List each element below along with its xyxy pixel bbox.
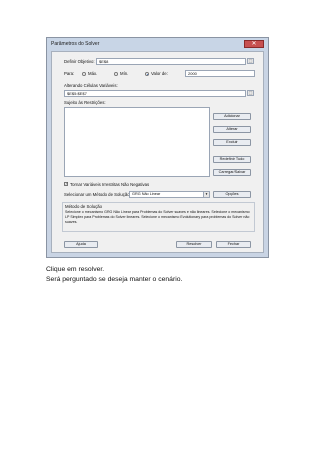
radio-min[interactable]: [114, 72, 118, 76]
instruction-line-1: Clique em resolver.: [46, 266, 105, 273]
options-button[interactable]: Opções: [213, 191, 251, 198]
radio-value-of-label: Valor de:: [151, 71, 168, 76]
dialog-title: Parâmetros do Solver: [51, 41, 100, 47]
add-constraint-button[interactable]: Adicionar: [213, 113, 251, 120]
to-label: Para:: [64, 71, 75, 76]
close-button[interactable]: Fechar: [216, 241, 251, 248]
help-button[interactable]: Ajuda: [64, 241, 98, 248]
method-label: Selecionar um Método de Solução:: [64, 192, 131, 197]
value-of-field[interactable]: 2000: [185, 70, 255, 77]
nonnegative-label: Tornar Variáveis Irrestritas Não Negativ…: [70, 182, 150, 187]
objective-ref-icon[interactable]: ⬚: [247, 58, 254, 64]
dialog-client-area: Definir Objetivo: $E$8 ⬚ Para: Máx. Mín.…: [51, 51, 264, 253]
solving-method-title: Método de Solução: [65, 204, 103, 209]
load-save-button[interactable]: Carregar/Salvar: [213, 169, 251, 176]
constraints-list[interactable]: [64, 107, 210, 177]
objective-field[interactable]: $E$8: [96, 58, 246, 65]
chevron-down-icon[interactable]: ▼: [203, 192, 209, 197]
constraints-label: Sujeito às Restrições:: [64, 100, 106, 105]
method-dropdown-value: GRG Não Linear: [132, 192, 161, 196]
radio-max-label: Máx.: [88, 71, 98, 76]
instruction-line-2: Será perguntado se deseja manter o cenár…: [46, 276, 183, 283]
solver-parameters-dialog: Parâmetros do Solver ✕ Definir Objetivo:…: [46, 37, 269, 258]
changing-cells-label: Alterando Células Variáveis:: [64, 83, 118, 88]
nonnegative-checkbox[interactable]: ✓: [64, 182, 68, 186]
solving-method-description: Selecione o mecanismo GRG Não Linear par…: [65, 210, 250, 224]
solve-button[interactable]: Resolver: [176, 241, 212, 248]
changing-cells-ref-icon[interactable]: ⬚: [247, 90, 254, 96]
method-dropdown[interactable]: GRG Não Linear ▼: [129, 191, 210, 198]
changing-cells-field[interactable]: $E$5:$E$7: [64, 90, 246, 97]
close-icon[interactable]: ✕: [244, 40, 264, 48]
objective-label: Definir Objetivo:: [64, 59, 95, 64]
radio-max[interactable]: [82, 72, 86, 76]
radio-min-label: Mín.: [120, 71, 129, 76]
change-constraint-button[interactable]: Alterar: [213, 126, 251, 133]
delete-constraint-button[interactable]: Excluir: [213, 139, 251, 146]
dialog-titlebar: Parâmetros do Solver ✕: [47, 38, 268, 51]
radio-value-of[interactable]: [145, 72, 149, 76]
reset-all-button[interactable]: Redefinir Tudo: [213, 156, 251, 163]
